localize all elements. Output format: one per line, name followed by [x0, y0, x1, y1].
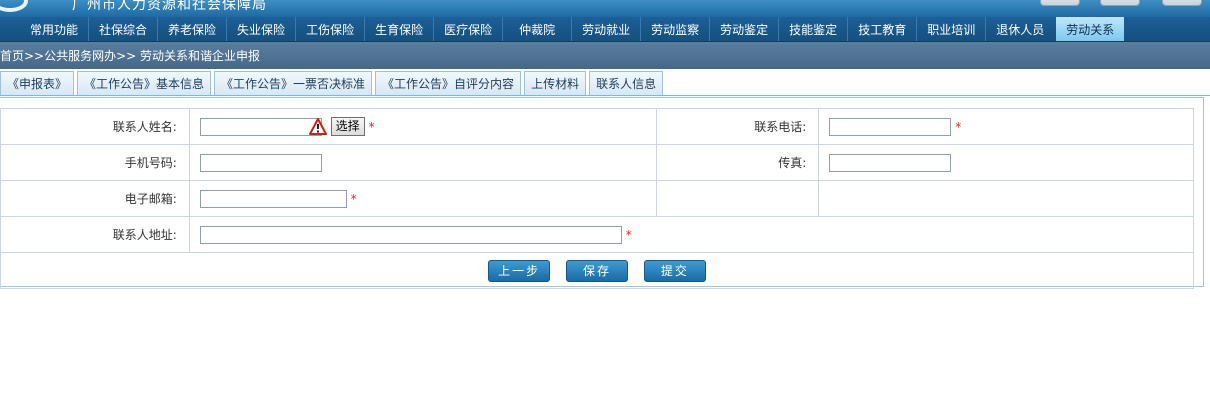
nav-item-employment[interactable]: 劳动就业	[572, 17, 642, 41]
address-input[interactable]	[199, 225, 622, 244]
required-mark: *	[955, 119, 962, 134]
select-contact-button[interactable]: 选择	[330, 117, 365, 136]
required-mark: *	[625, 227, 632, 242]
tab-contact-info[interactable]: 联系人信息	[589, 71, 664, 95]
header-button[interactable]	[1040, 0, 1080, 6]
save-button[interactable]: 保存	[566, 259, 628, 282]
nav-item-work-injury[interactable]: 工伤保险	[296, 17, 366, 41]
warning-icon	[308, 117, 327, 136]
nav-item-retirees[interactable]: 退休人员	[986, 17, 1054, 41]
nav-item-inspection[interactable]: 劳动监察	[641, 17, 711, 41]
mobile-label: 手机号码:	[0, 144, 190, 181]
tab-upload-materials[interactable]: 上传材料	[524, 71, 587, 95]
fax-input[interactable]	[829, 153, 952, 172]
action-row: 上一步 保存 提交	[0, 252, 1194, 289]
form-row: 联系人姓名: 选择 * 联系电话: *	[0, 108, 1194, 145]
tab-veto-standard[interactable]: 《工作公告》一票否决标准	[214, 71, 373, 95]
nav-item-skill-appraisal[interactable]: 技能鉴定	[779, 17, 849, 41]
logo-icon	[0, 0, 28, 12]
email-label: 电子邮箱:	[0, 180, 190, 217]
required-mark: *	[350, 191, 357, 206]
contact-form: 联系人姓名: 选择 * 联系电话: * 手机号码: 传真: 电子邮箱: * 联系…	[0, 108, 1195, 289]
form-row: 手机号码: 传真:	[0, 144, 1194, 181]
header-button[interactable]	[1100, 0, 1140, 6]
previous-step-button[interactable]: 上一步	[488, 259, 551, 282]
nav-item-medical[interactable]: 医疗保险	[434, 17, 504, 41]
phone-label: 联系电话:	[656, 108, 820, 145]
mobile-input[interactable]	[199, 153, 322, 172]
contact-form-panel: 联系人姓名: 选择 * 联系电话: * 手机号码: 传真: 电子邮箱: * 联系…	[0, 97, 1204, 289]
form-row: 电子邮箱: *	[0, 180, 1194, 217]
phone-input[interactable]	[829, 117, 952, 136]
form-tabs: 《申报表》 《工作公告》基本信息 《工作公告》一票否决标准 《工作公告》自评分内…	[0, 69, 1210, 96]
empty-cell	[656, 180, 820, 217]
nav-item-pension[interactable]: 养老保险	[158, 17, 228, 41]
nav-item-maternity[interactable]: 生育保险	[365, 17, 435, 41]
submit-button[interactable]: 提交	[643, 259, 706, 282]
nav-item-social-security[interactable]: 社保综合	[89, 17, 159, 41]
tab-self-evaluation[interactable]: 《工作公告》自评分内容	[375, 71, 522, 95]
breadcrumb: 首页>>公共服务网办>> 劳动关系和谐企业申报	[0, 42, 1210, 69]
nav-item-labor-appraisal[interactable]: 劳动鉴定	[710, 17, 780, 41]
nav-item-common[interactable]: 常用功能	[20, 17, 90, 41]
tab-basic-info[interactable]: 《工作公告》基本信息	[77, 71, 212, 95]
main-nav: 常用功能 社保综合 养老保险 失业保险 工伤保险 生育保险 医疗保险 仲裁院 劳…	[0, 17, 1210, 42]
fax-label: 传真:	[656, 144, 820, 181]
nav-item-vocational-training[interactable]: 职业培训	[917, 17, 987, 41]
header-button[interactable]	[1162, 0, 1202, 6]
form-row: 联系人地址: *	[0, 216, 1195, 253]
empty-cell	[818, 180, 1194, 217]
contact-name-input[interactable]	[199, 117, 322, 136]
app-header: 广州市人力资源和社会保障局	[0, 0, 1210, 17]
org-name: 广州市人力资源和社会保障局	[72, 0, 267, 13]
nav-item-technical-education[interactable]: 技工教育	[848, 17, 918, 41]
required-mark: *	[368, 119, 375, 134]
address-label: 联系人地址:	[0, 216, 190, 253]
contact-name-label: 联系人姓名:	[0, 108, 190, 145]
nav-item-labor-relations[interactable]: 劳动关系	[1056, 17, 1125, 41]
email-input[interactable]	[199, 189, 347, 208]
tab-application-form[interactable]: 《申报表》	[0, 71, 75, 95]
nav-item-arbitration[interactable]: 仲裁院	[503, 17, 573, 41]
nav-item-unemployment[interactable]: 失业保险	[227, 17, 297, 41]
